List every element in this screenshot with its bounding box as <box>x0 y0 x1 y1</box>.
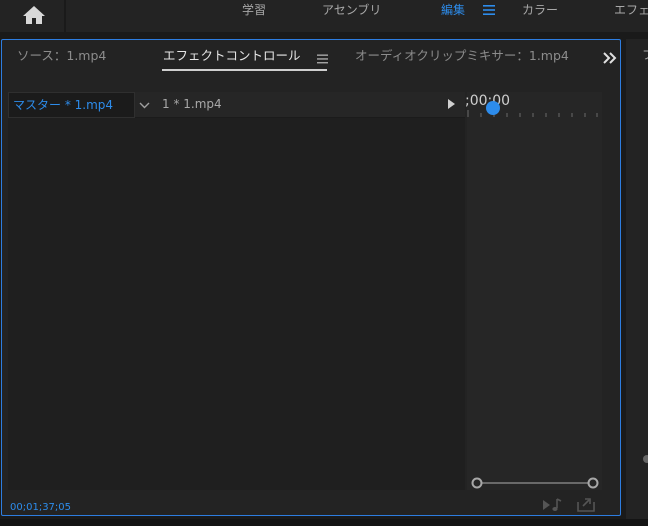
effect-list-pane: マスター * 1.mp4 1 * 1.mp4 <box>8 92 465 490</box>
effect-controls-panel: ソース：1.mp4 エフェクトコントロール オーディオクリップミキサー：1.mp… <box>1 39 621 516</box>
workspace-bar: 学習 アセンブリ 編集 カラー エフェ <box>0 0 648 32</box>
current-timecode[interactable]: 00;01;37;05 <box>10 502 71 514</box>
play-audio-icon[interactable] <box>542 497 564 513</box>
zoom-scroll-bar[interactable] <box>471 477 599 489</box>
adjacent-panel-tab[interactable]: フ <box>642 48 648 62</box>
tab-source[interactable]: ソース：1.mp4 <box>17 48 106 64</box>
tab-effect-controls[interactable]: エフェクトコントロール <box>163 48 301 64</box>
workspace-tab-color[interactable]: カラー <box>522 0 558 20</box>
workspace-tab-learning[interactable]: 学習 <box>242 0 266 20</box>
export-icon[interactable] <box>576 496 596 512</box>
playhead-handle[interactable] <box>486 101 500 115</box>
master-clip-label: マスター * 1.mp4 <box>13 98 114 112</box>
home-button[interactable] <box>14 2 54 28</box>
adjacent-panel: フ <box>626 39 648 526</box>
play-triangle-icon[interactable] <box>447 98 456 110</box>
panel-menu-icon[interactable] <box>317 54 328 64</box>
workspace-tab-editing[interactable]: 編集 <box>441 0 465 20</box>
topbar-divider <box>64 0 66 32</box>
bottom-edge <box>0 519 648 526</box>
panel-tab-bar: ソース：1.mp4 エフェクトコントロール オーディオクリップミキサー：1.mp… <box>2 40 620 74</box>
hamburger-icon[interactable] <box>482 4 496 16</box>
clip-name-label: 1 * 1.mp4 <box>162 97 222 111</box>
active-tab-indicator <box>162 69 327 71</box>
home-icon <box>23 6 45 24</box>
tab-audio-clip-mixer[interactable]: オーディオクリップミキサー：1.mp4 <box>355 48 573 64</box>
workspace-tab-effects[interactable]: エフェ <box>614 0 648 20</box>
scroll-indicator[interactable] <box>643 455 648 463</box>
double-chevron-right-icon[interactable] <box>602 50 618 66</box>
mini-timeline[interactable]: ;00;00 <box>465 92 602 490</box>
workspace-tab-assembly[interactable]: アセンブリ <box>322 0 381 20</box>
chevron-down-icon[interactable] <box>139 100 150 110</box>
clip-header: マスター * 1.mp4 1 * 1.mp4 <box>8 92 465 118</box>
master-clip-selector[interactable]: マスター * 1.mp4 <box>8 92 135 118</box>
